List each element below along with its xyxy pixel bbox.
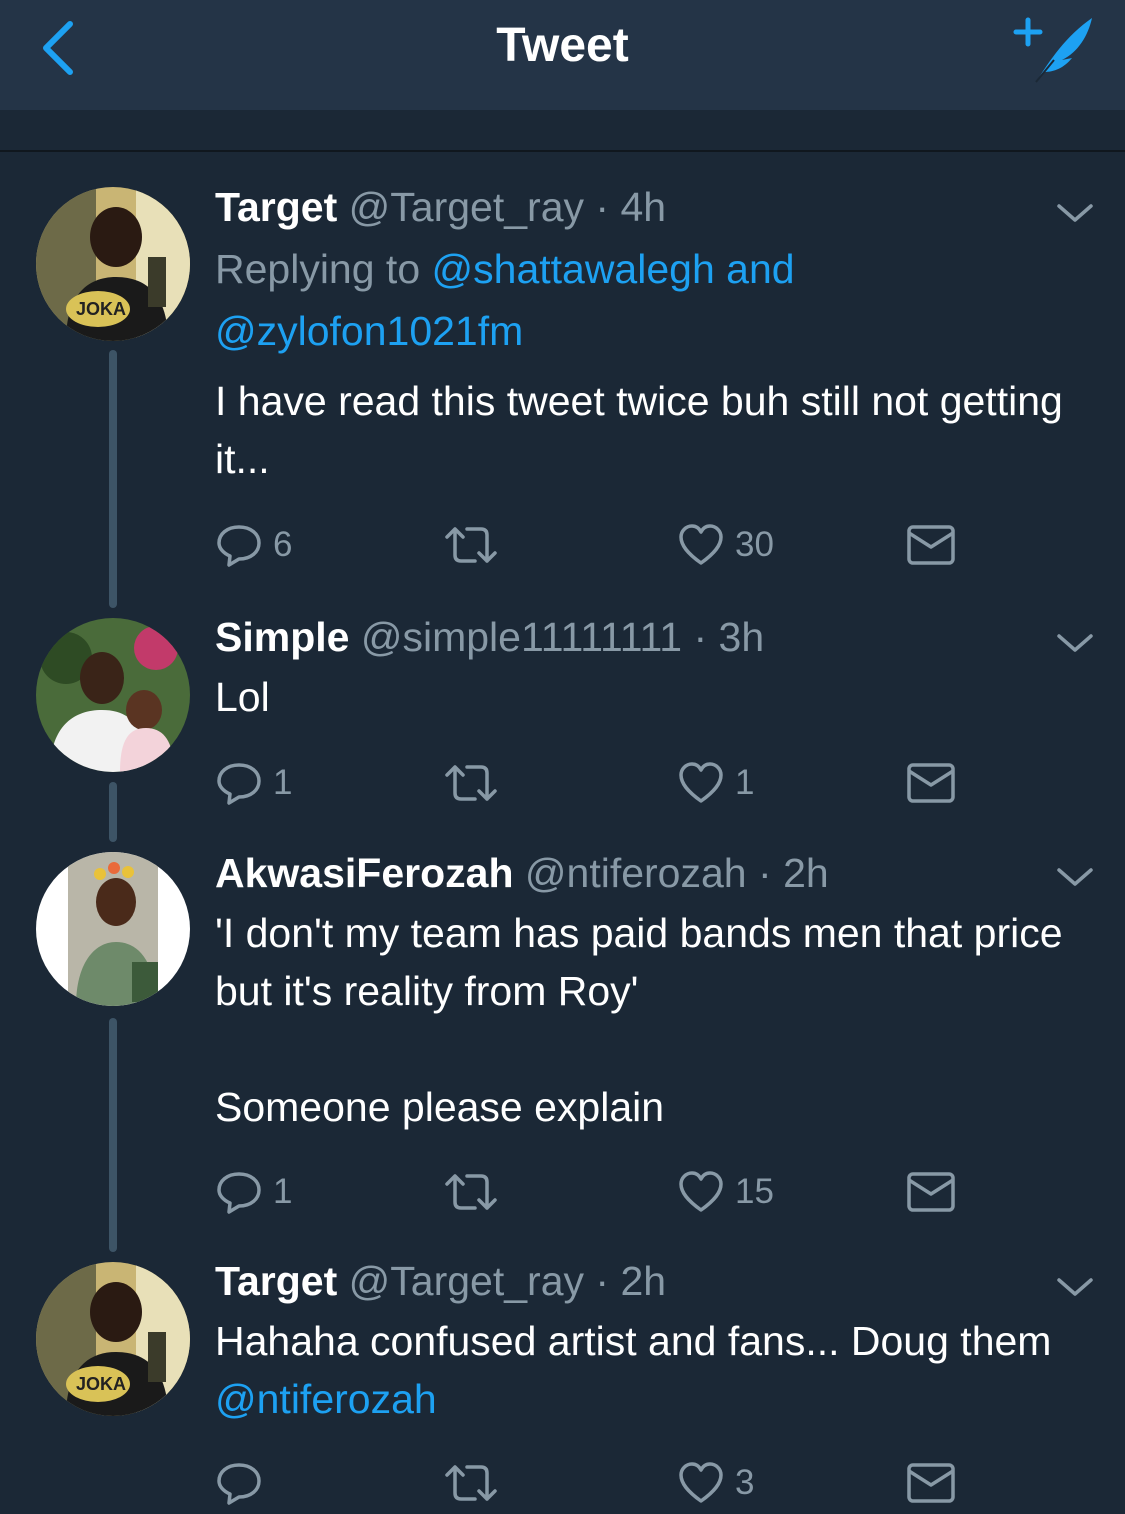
chevron-down-icon[interactable] bbox=[1055, 628, 1095, 658]
tweet-header: Target @Target_ray · 4h bbox=[215, 176, 1095, 238]
separator-dot: · bbox=[595, 184, 610, 230]
like-button[interactable]: 15 bbox=[677, 1167, 774, 1217]
display-name[interactable]: AkwasiFerozah bbox=[215, 850, 514, 896]
reply-button[interactable] bbox=[215, 1458, 273, 1508]
separator-dot: · bbox=[758, 850, 772, 896]
avatar[interactable] bbox=[36, 852, 190, 1006]
reply-icon bbox=[217, 763, 261, 805]
reply-button[interactable]: 1 bbox=[215, 1167, 292, 1217]
retweet-button[interactable] bbox=[443, 1167, 499, 1217]
tweet-actions: 1 1 bbox=[215, 758, 975, 808]
reply-count: 6 bbox=[273, 525, 293, 564]
retweet-button[interactable] bbox=[443, 758, 499, 808]
like-count: 15 bbox=[735, 1172, 774, 1211]
user-handle[interactable]: @Target_ray bbox=[349, 184, 584, 230]
reply-count: 1 bbox=[273, 763, 293, 802]
tweet-actions: 6 30 bbox=[215, 520, 975, 570]
user-handle[interactable]: @Target_ray bbox=[349, 1258, 584, 1304]
tweet-header: Simple @simple11111111 · 3h bbox=[215, 606, 1095, 668]
tweet-actions: 3 bbox=[215, 1458, 975, 1508]
avatar[interactable] bbox=[36, 618, 190, 772]
timestamp: 2h bbox=[783, 850, 829, 896]
user-handle[interactable]: @simple11111111 bbox=[361, 614, 682, 660]
tweet-text-body: Hahaha confused artist and fans... Doug … bbox=[215, 1318, 1063, 1364]
display-name[interactable]: Target bbox=[215, 184, 337, 230]
heart-icon bbox=[679, 524, 723, 565]
compose-tweet-icon bbox=[1013, 17, 1092, 83]
page-title: Tweet bbox=[496, 19, 629, 72]
tweet-header: Target @Target_ray · 2h bbox=[215, 1250, 1095, 1312]
timestamp: 4h bbox=[620, 184, 667, 230]
direct-message-button[interactable] bbox=[905, 1458, 957, 1508]
like-count: 3 bbox=[735, 1463, 755, 1502]
avatar[interactable]: JOKA bbox=[36, 187, 190, 341]
tweet-text: I have read this tweet twice buh still n… bbox=[215, 378, 1075, 482]
thread-connector-line bbox=[109, 1018, 117, 1252]
heart-icon bbox=[679, 762, 723, 803]
retweet-icon bbox=[445, 1465, 497, 1501]
retweet-button[interactable] bbox=[443, 1458, 499, 1508]
user-handle[interactable]: @ntiferozah bbox=[525, 850, 747, 896]
replying-to-line: Replying to @shattawalegh and @zylofon10… bbox=[215, 238, 1095, 362]
separator-dot: · bbox=[595, 1258, 610, 1304]
top-navigation-bar: Tweet bbox=[0, 0, 1125, 110]
replying-to-label: Replying to bbox=[215, 246, 432, 292]
mention-link[interactable]: @shattawalegh bbox=[432, 246, 715, 292]
separator-dot: · bbox=[693, 614, 708, 660]
display-name[interactable]: Simple bbox=[215, 614, 349, 660]
thread-connector-line bbox=[109, 350, 117, 608]
like-count: 1 bbox=[735, 763, 755, 802]
tweet-text: Hahaha confused artist and fans... Doug … bbox=[215, 1312, 1095, 1428]
retweet-icon bbox=[445, 765, 497, 801]
tweet-actions: 1 15 bbox=[215, 1167, 975, 1217]
reply-icon bbox=[217, 525, 261, 567]
mention-link[interactable]: @zylofon1021fm bbox=[215, 308, 523, 354]
chevron-down-icon[interactable] bbox=[1055, 1272, 1095, 1302]
like-button[interactable]: 1 bbox=[677, 758, 754, 808]
svg-text:JOKA: JOKA bbox=[76, 299, 126, 319]
direct-message-icon bbox=[907, 763, 955, 803]
timestamp: 3h bbox=[718, 614, 765, 660]
heart-icon bbox=[679, 1171, 723, 1212]
direct-message-button[interactable] bbox=[905, 1167, 957, 1217]
thread-connector-line bbox=[109, 782, 117, 842]
display-name[interactable]: Target bbox=[215, 1258, 337, 1304]
direct-message-icon bbox=[907, 1463, 955, 1503]
tweet-text: 'I don't my team has paid bands men that… bbox=[215, 910, 1063, 1130]
reply-button[interactable]: 6 bbox=[215, 520, 292, 570]
reply-icon bbox=[217, 1172, 261, 1214]
previous-content-cut-off bbox=[0, 110, 1125, 152]
chevron-down-icon[interactable] bbox=[1055, 862, 1095, 892]
reply-button[interactable]: 1 bbox=[215, 758, 292, 808]
retweet-icon bbox=[445, 527, 497, 563]
direct-message-icon bbox=[907, 1172, 955, 1212]
reply-count: 1 bbox=[273, 1172, 293, 1211]
reply-and-word[interactable]: and bbox=[715, 246, 794, 292]
direct-message-button[interactable] bbox=[905, 520, 957, 570]
direct-message-icon bbox=[907, 525, 955, 565]
retweet-icon bbox=[445, 1174, 497, 1210]
like-button[interactable]: 3 bbox=[677, 1458, 754, 1508]
direct-message-button[interactable] bbox=[905, 758, 957, 808]
tweet-header: AkwasiFerozah @ntiferozah · 2h bbox=[215, 842, 1095, 904]
svg-text:JOKA: JOKA bbox=[76, 1374, 126, 1394]
like-button[interactable]: 30 bbox=[677, 520, 774, 570]
compose-tweet-button[interactable] bbox=[1010, 10, 1100, 90]
retweet-button[interactable] bbox=[443, 520, 499, 570]
reply-icon bbox=[217, 1463, 261, 1505]
like-count: 30 bbox=[735, 525, 774, 564]
timestamp: 2h bbox=[620, 1258, 667, 1304]
mention-link[interactable]: @ntiferozah bbox=[215, 1376, 437, 1422]
avatar[interactable]: JOKA bbox=[36, 1262, 190, 1416]
tweet-text: Lol bbox=[215, 674, 270, 720]
chevron-down-icon[interactable] bbox=[1055, 198, 1095, 228]
heart-icon bbox=[679, 1462, 723, 1503]
